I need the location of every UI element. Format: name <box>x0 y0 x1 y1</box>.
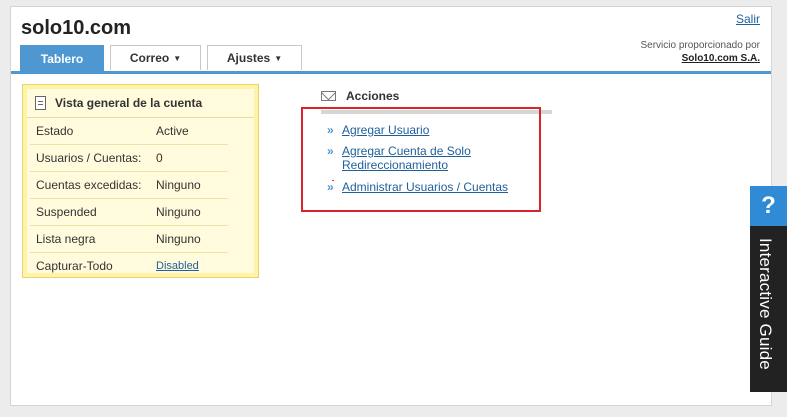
stat-value: 0 <box>156 151 163 165</box>
stat-row-capturar-todo: Capturar-Todo Disabled <box>30 253 228 279</box>
interactive-guide-label: Interactive Guide <box>756 238 775 370</box>
tab-bar-underline <box>11 71 771 74</box>
interactive-guide-tab[interactable]: ? Interactive Guide <box>750 186 787 392</box>
provider-info: Servicio proporcionado por Solo10.com S.… <box>640 39 760 65</box>
tab-label: Ajustes <box>226 51 271 65</box>
action-link[interactable]: Agregar Usuario <box>342 123 512 137</box>
chevron-down-icon: ▼ <box>173 53 182 63</box>
bullet-icon: » <box>327 123 334 137</box>
actions-header: Acciones <box>321 89 399 103</box>
action-manage-users[interactable]: » Administrar Usuarios / Cuentas <box>327 180 542 194</box>
actions-title: Acciones <box>346 89 400 103</box>
document-icon <box>35 96 46 110</box>
tab-ajustes[interactable]: Ajustes ▼ <box>207 45 302 70</box>
provider-line: Servicio proporcionado por <box>640 40 760 51</box>
account-overview-card: Vista general de la cuenta Estado Active… <box>22 84 259 278</box>
bullet-icon: » <box>327 180 334 194</box>
tab-label: Tablero <box>40 51 84 66</box>
stat-value: Active <box>156 124 189 138</box>
main-panel: solo10.com Salir Servicio proporcionado … <box>10 6 772 406</box>
stat-value: Ninguno <box>156 178 201 192</box>
account-overview-header: Vista general de la cuenta <box>27 89 254 118</box>
catch-all-status-link[interactable]: Disabled <box>156 260 228 272</box>
site-title: solo10.com <box>21 17 132 39</box>
stat-value: Ninguno <box>156 232 201 246</box>
chevron-down-icon: ▼ <box>274 53 283 63</box>
stat-row-lista-negra: Lista negra Ninguno <box>30 226 228 253</box>
mail-icon <box>321 91 336 101</box>
provider-company-link[interactable]: Solo10.com S.A. <box>640 52 760 65</box>
action-link[interactable]: Administrar Usuarios / Cuentas <box>342 180 542 194</box>
stat-value: Ninguno <box>156 205 201 219</box>
stat-label: Estado <box>36 124 74 138</box>
stat-row-cuentas-excedidas: Cuentas excedidas: Ninguno <box>30 172 228 199</box>
stat-label: Lista negra <box>36 232 96 246</box>
stat-label: Capturar-Todo <box>36 259 113 273</box>
stat-row-estado: Estado Active <box>30 118 228 145</box>
bullet-icon: » <box>327 144 334 158</box>
action-add-user[interactable]: » Agregar Usuario <box>327 123 512 137</box>
stat-label: Usuarios / Cuentas: <box>36 151 142 165</box>
help-question-icon: ? <box>750 186 787 226</box>
account-overview-title: Vista general de la cuenta <box>55 96 203 110</box>
stat-label: Suspended <box>36 205 97 219</box>
stat-label: Cuentas excedidas: <box>36 178 142 192</box>
tab-label: Correo <box>129 51 170 65</box>
tab-tablero[interactable]: Tablero <box>20 45 104 71</box>
action-add-forward-account[interactable]: » Agregar Cuenta de Solo Redireccionamie… <box>327 144 512 172</box>
account-overview-inner: Vista general de la cuenta Estado Active… <box>27 89 254 273</box>
stat-row-suspended: Suspended Ninguno <box>30 199 228 226</box>
tab-correo[interactable]: Correo ▼ <box>110 45 201 70</box>
logout-link[interactable]: Salir <box>736 12 760 26</box>
stat-row-usuarios: Usuarios / Cuentas: 0 <box>30 145 228 172</box>
action-link[interactable]: Agregar Cuenta de Solo Redireccionamient… <box>342 144 512 172</box>
